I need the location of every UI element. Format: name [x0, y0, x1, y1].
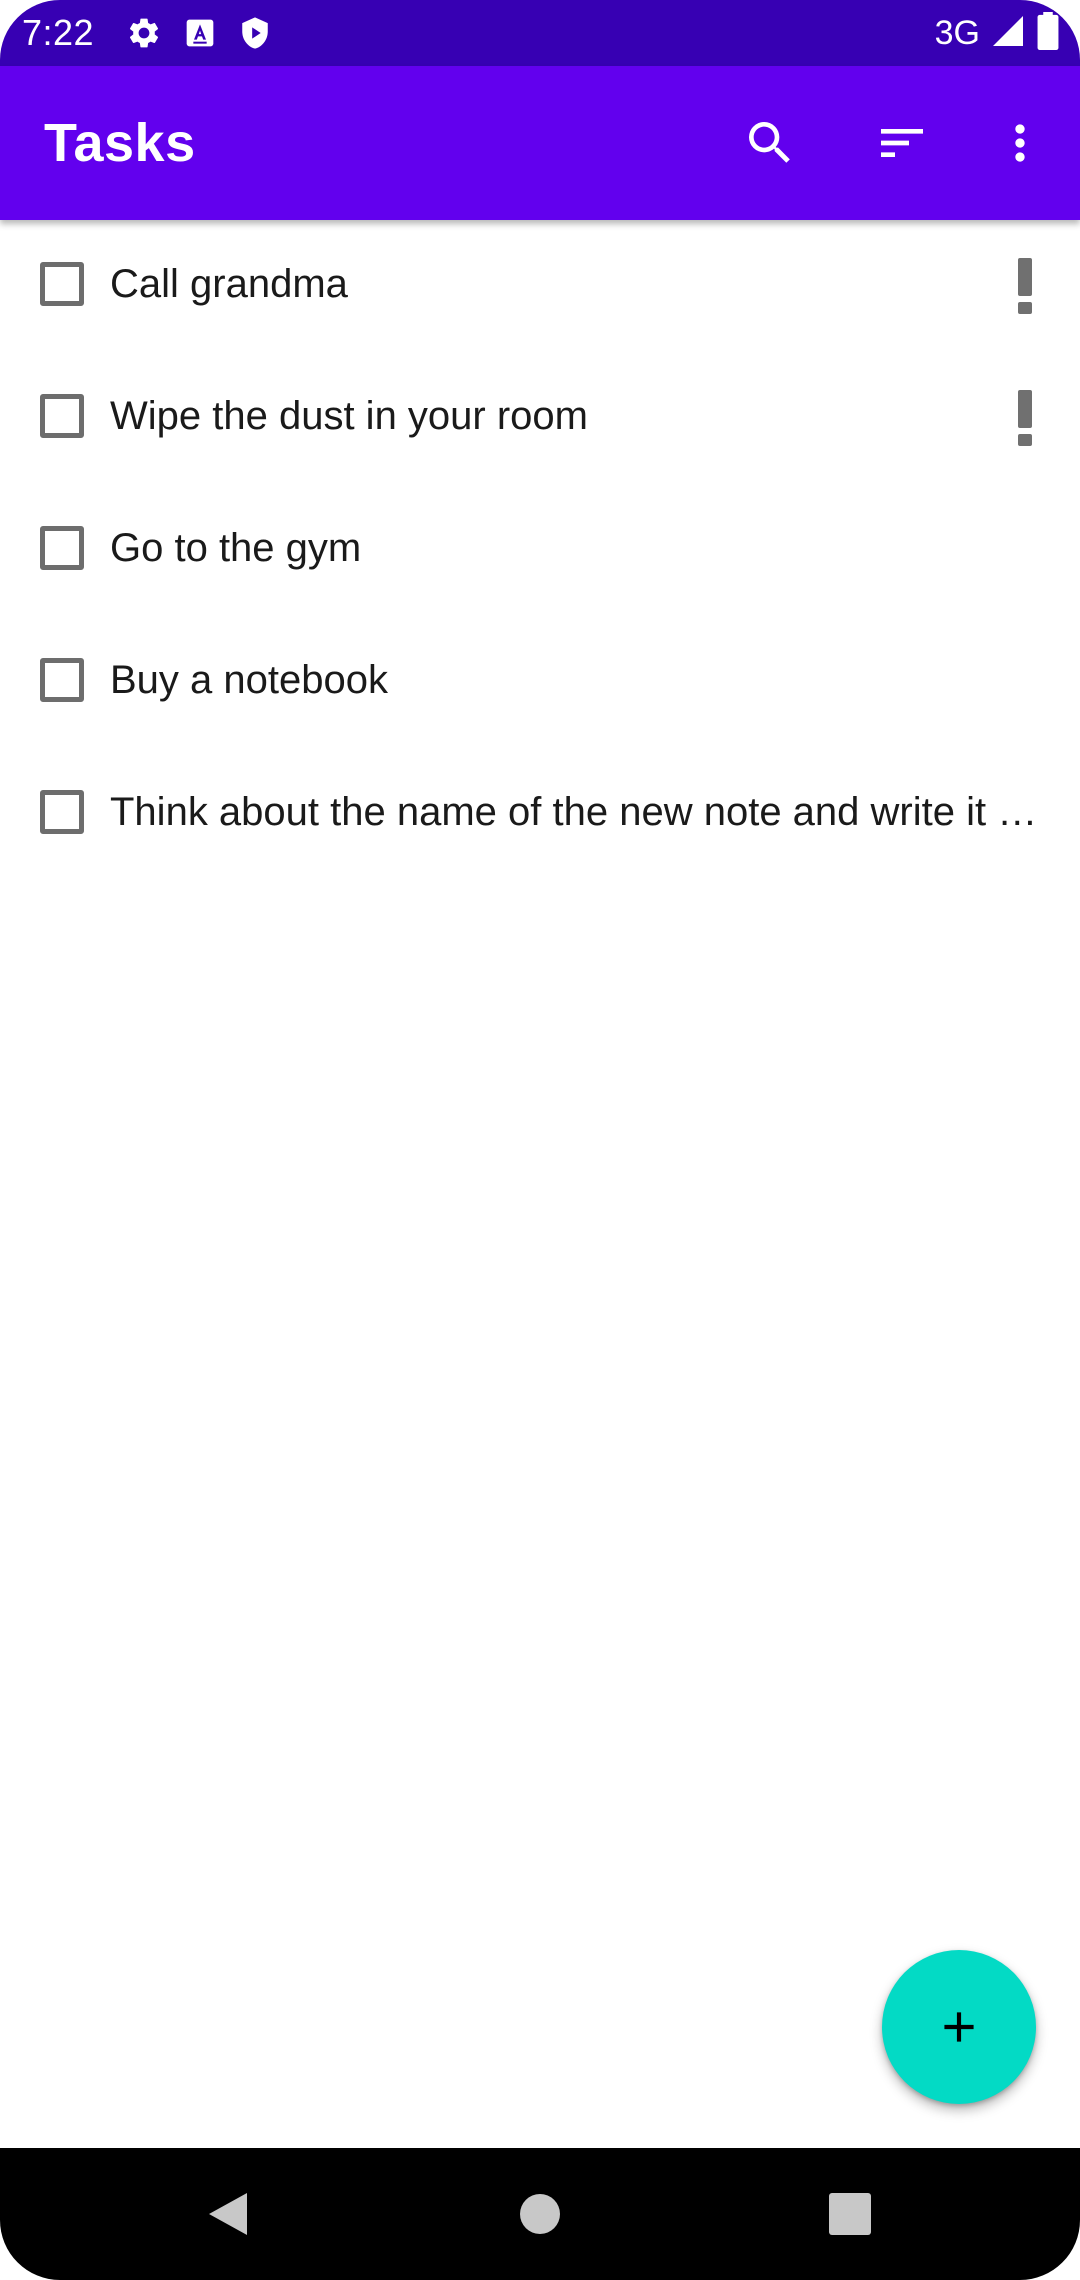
search-button[interactable] — [732, 105, 808, 181]
app-bar: Tasks — [0, 66, 1080, 220]
status-time: 7:22 — [22, 12, 95, 53]
play-protect-icon — [238, 15, 272, 51]
task-title: Wipe the dust in your room — [110, 394, 588, 438]
task-row[interactable]: Go to the gym — [0, 484, 1080, 616]
signal-icon — [990, 13, 1026, 54]
tasks-screen: 7:22 3G Tasks Call grandma Wipe the dust… — [0, 0, 1080, 2280]
more-options-icon — [992, 115, 1048, 171]
more-options-button[interactable] — [982, 105, 1058, 181]
task-checkbox[interactable] — [40, 790, 84, 834]
back-button[interactable] — [188, 2174, 268, 2254]
home-button[interactable] — [500, 2174, 580, 2254]
task-row[interactable]: Think about the name of the new note and… — [0, 748, 1080, 880]
task-checkbox[interactable] — [40, 526, 84, 570]
task-title: Buy a notebook — [110, 658, 388, 702]
add-task-button[interactable] — [882, 1950, 1036, 2104]
add-icon — [934, 2002, 984, 2052]
recents-icon — [828, 2192, 872, 2236]
task-checkbox[interactable] — [40, 394, 84, 438]
settings-icon — [126, 15, 162, 51]
priority-icon — [1018, 390, 1032, 446]
notification-icons — [126, 14, 272, 52]
priority-icon — [1018, 258, 1032, 314]
task-title: Go to the gym — [110, 526, 362, 570]
accessibility-keyboard-icon — [184, 17, 216, 49]
task-title: Call grandma — [110, 262, 348, 306]
back-icon — [205, 2190, 251, 2238]
system-status: 3G — [934, 11, 1060, 55]
network-type: 3G — [934, 14, 980, 52]
recents-button[interactable] — [810, 2174, 890, 2254]
task-row[interactable]: Wipe the dust in your room — [0, 352, 1080, 484]
home-icon — [519, 2193, 561, 2235]
task-checkbox[interactable] — [40, 262, 84, 306]
task-row[interactable]: Call grandma — [0, 220, 1080, 352]
navigation-bar — [0, 2148, 1080, 2280]
task-list: Call grandma Wipe the dust in your room … — [0, 220, 1080, 880]
sort-button[interactable] — [864, 105, 940, 181]
status-bar: 7:22 3G — [0, 0, 1080, 66]
sort-icon — [874, 115, 930, 171]
task-row[interactable]: Buy a notebook — [0, 616, 1080, 748]
page-title: Tasks — [44, 113, 196, 173]
task-title: Think about the name of the new note and… — [110, 790, 1052, 834]
battery-icon — [1036, 11, 1060, 55]
task-checkbox[interactable] — [40, 658, 84, 702]
search-icon — [742, 115, 798, 171]
